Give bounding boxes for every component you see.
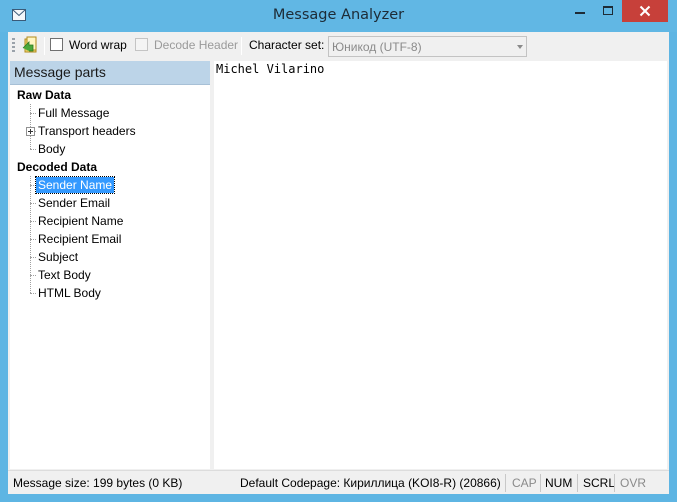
num-indicator: NUM [545,476,573,490]
codepage-status: Default Codepage: Кириллица (KOI8-R) (20… [240,476,501,490]
panel-header: Message parts [10,61,210,85]
content-viewer[interactable]: Michel Vilarino [214,61,667,469]
status-bar: Message size: 199 bytes (0 KB) Default C… [8,470,669,494]
panel-title: Message parts [14,64,106,80]
maximize-icon [603,6,613,15]
word-wrap-label[interactable]: Word wrap [69,38,127,52]
close-icon [639,5,651,17]
toolbar-separator [241,37,242,55]
minimize-icon [575,12,585,14]
expand-icon[interactable] [26,127,35,136]
charset-select[interactable]: Юникод (UTF-8) [328,36,527,57]
charset-label: Character set: [249,38,325,52]
tree-group-raw-data[interactable]: Raw Data [17,86,71,104]
ovr-indicator: OVR [620,476,647,490]
maximize-button[interactable] [594,0,622,22]
title-bar[interactable]: Message Analyzer [0,0,677,32]
decode-header-label[interactable]: Decode Header [154,38,238,52]
minimize-button[interactable] [566,0,594,22]
scrl-indicator: SCRL [583,476,616,490]
message-parts-panel: Message parts Raw Data Full Message Tran… [10,61,210,469]
app-window: Message Analyzer Word wrap Decode Header [0,0,677,502]
charset-value: Юникод (UTF-8) [332,40,422,54]
content-text[interactable]: Michel Vilarino [216,62,324,76]
decode-header-checkbox[interactable] [135,38,148,51]
word-wrap-checkbox[interactable] [50,38,63,51]
status-separator [540,474,541,492]
toolbar-grip[interactable] [12,38,15,54]
chevron-down-icon [517,45,523,49]
client-area: Word wrap Decode Header Character set: Ю… [8,32,669,494]
message-size-status: Message size: 199 bytes (0 KB) [13,476,183,490]
export-icon[interactable] [21,36,39,54]
toolbar-separator [44,37,45,55]
tree-group-decoded-data[interactable]: Decoded Data [17,158,97,176]
status-separator [577,474,578,492]
cap-indicator: CAP [512,476,537,490]
status-separator [614,474,615,492]
close-button[interactable] [622,0,668,22]
toolbar: Word wrap Decode Header Character set: Ю… [8,32,669,60]
status-separator [505,474,506,492]
